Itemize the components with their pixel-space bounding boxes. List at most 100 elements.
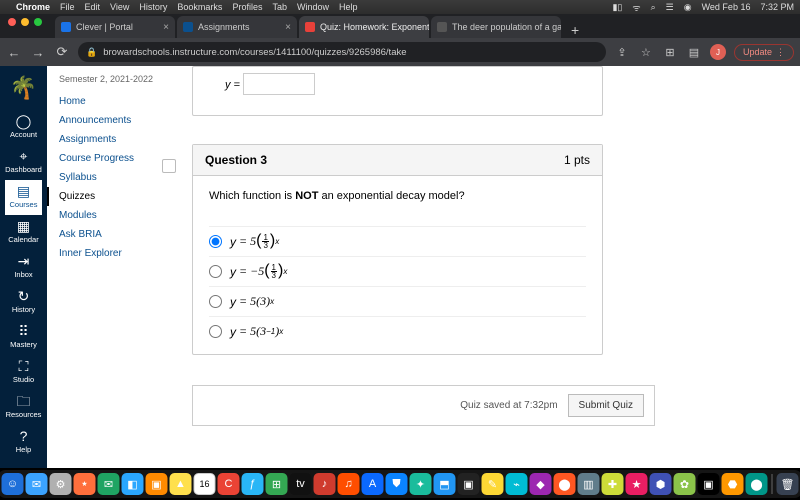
mac-menu-item[interactable]: Edit [85, 2, 101, 12]
answer-radio[interactable] [209, 295, 222, 308]
extensions-icon[interactable]: ⊞ [662, 46, 678, 59]
dock-app[interactable]: ⌁ [506, 473, 528, 495]
course-nav-assignments[interactable]: Assignments [59, 130, 162, 149]
previous-answer-input[interactable] [243, 73, 315, 95]
mac-menu-item[interactable]: File [60, 2, 75, 12]
mac-menu-item[interactable]: Profiles [232, 2, 262, 12]
search-icon[interactable]: ⌕ [651, 2, 656, 13]
gnav-history[interactable]: ↻History [5, 285, 42, 320]
reload-button[interactable]: ⟳ [54, 44, 70, 60]
course-nav-home[interactable]: Home [59, 92, 162, 111]
dock-app[interactable]: ▣ [458, 473, 480, 495]
browser-tab[interactable]: The deer population of a game× [431, 16, 561, 38]
dock-app[interactable]: ▣ [146, 473, 168, 495]
share-icon[interactable]: ⇪ [614, 46, 630, 59]
browser-tab[interactable]: Clever | Portal× [55, 16, 175, 38]
course-nav-quizzes[interactable]: Quizzes [47, 187, 162, 206]
mac-menu-item[interactable]: Tab [272, 2, 287, 12]
mac-menu-item[interactable]: History [139, 2, 167, 12]
dock-app[interactable]: ◧ [122, 473, 144, 495]
menu-time[interactable]: 7:32 PM [760, 2, 794, 12]
close-icon[interactable]: × [159, 22, 169, 33]
course-nav-inner-explorer[interactable]: Inner Explorer [59, 244, 162, 263]
mac-menu-item[interactable]: Bookmarks [177, 2, 222, 12]
mac-app-name[interactable]: Chrome [16, 2, 50, 12]
submit-quiz-button[interactable]: Submit Quiz [568, 394, 644, 417]
gnav-calendar[interactable]: ▦Calendar [5, 215, 42, 250]
gnav-mastery[interactable]: ⠿Mastery [5, 320, 42, 355]
close-icon[interactable]: × [281, 22, 291, 33]
dock-app[interactable]: ⚙ [50, 473, 72, 495]
dock-app[interactable]: ✚ [602, 473, 624, 495]
course-nav-course-progress[interactable]: Course Progress [59, 149, 162, 168]
chrome-update-button[interactable]: Update ⋮ [734, 44, 794, 61]
gnav-courses[interactable]: ▤Courses [5, 180, 42, 215]
reading-list-icon[interactable]: ▤ [686, 46, 702, 59]
address-bar[interactable]: 🔒 browardschools.instructure.com/courses… [78, 42, 606, 62]
gnav-studio[interactable]: ⛶Studio [5, 355, 42, 390]
dock-trash[interactable]: 🗑 [777, 473, 799, 495]
dock-app[interactable]: ⬤ [746, 473, 768, 495]
answer-radio[interactable] [209, 265, 222, 278]
menu-date[interactable]: Wed Feb 16 [702, 2, 751, 12]
answer-option[interactable]: y = 5(3−1)x [209, 316, 586, 346]
gnav-inbox[interactable]: ⇥Inbox [5, 250, 42, 285]
dock-app[interactable]: ✎ [482, 473, 504, 495]
dock-app[interactable]: tv [290, 473, 312, 495]
dock-app[interactable]: ✉ [98, 473, 120, 495]
dock-app[interactable]: ⬣ [722, 473, 744, 495]
canvas-logo[interactable]: 🌴 [6, 70, 42, 106]
dock-app[interactable]: ▲ [170, 473, 192, 495]
question-card: Question 3 1 pts Which function is NOT a… [192, 144, 603, 355]
answer-radio[interactable] [209, 235, 222, 248]
mac-menu-item[interactable]: View [110, 2, 129, 12]
dock-app[interactable]: ƒ [242, 473, 264, 495]
dock-app[interactable]: ✿ [674, 473, 696, 495]
browser-tab-active[interactable]: Quiz: Homework: Exponential× [299, 16, 429, 38]
gnav-resources[interactable]: 🗀Resources [5, 390, 42, 425]
gnav-dashboard[interactable]: ⌖Dashboard [5, 145, 42, 180]
page-content: 🌴 ◯Account⌖Dashboard▤Courses▦Calendar⇥In… [0, 66, 800, 468]
dock-app[interactable]: 16 [194, 473, 216, 495]
bookmark-icon[interactable]: ☆ [638, 46, 654, 59]
dock-app[interactable]: ⭑ [74, 473, 96, 495]
course-nav-ask-bria[interactable]: Ask BRIA [59, 225, 162, 244]
dock-app[interactable]: ✉ [26, 473, 48, 495]
dock-app[interactable]: ▥ [578, 473, 600, 495]
browser-tab[interactable]: Assignments× [177, 16, 297, 38]
dock-app[interactable]: ♪ [314, 473, 336, 495]
mac-menu-item[interactable]: Help [339, 2, 358, 12]
back-button[interactable]: ← [6, 45, 22, 60]
dock-app[interactable]: ⊞ [266, 473, 288, 495]
answer-option[interactable]: y = −5(13)x [209, 256, 586, 286]
dock-app[interactable]: A [362, 473, 384, 495]
dock-app[interactable]: ◆ [530, 473, 552, 495]
course-nav-syllabus[interactable]: Syllabus [59, 168, 162, 187]
gnav-help[interactable]: ?Help [5, 425, 42, 460]
answer-option[interactable]: y = 5(3)x [209, 286, 586, 316]
window-traffic-lights[interactable] [8, 18, 42, 26]
flag-question-button[interactable] [162, 159, 176, 173]
new-tab-button[interactable]: + [563, 22, 587, 38]
dock-app[interactable]: ⬤ [554, 473, 576, 495]
dock-app[interactable]: ⛊ [386, 473, 408, 495]
dock-app[interactable]: ⬒ [434, 473, 456, 495]
siri-icon[interactable]: ◉ [684, 2, 692, 13]
dock-app[interactable]: C [218, 473, 240, 495]
dock-app[interactable]: ▣ [698, 473, 720, 495]
dock-app[interactable]: ✦ [410, 473, 432, 495]
forward-button[interactable]: → [30, 45, 46, 60]
answer-radio[interactable] [209, 325, 222, 338]
dock-app[interactable]: ☺ [2, 473, 24, 495]
dock-app[interactable]: ⬢ [650, 473, 672, 495]
answer-option[interactable]: y = 5(13)x [209, 226, 586, 256]
dock-app[interactable]: ♫ [338, 473, 360, 495]
control-center-icon[interactable]: ☰ [666, 2, 674, 13]
gnav-account[interactable]: ◯Account [5, 110, 42, 145]
profile-avatar[interactable]: J [710, 44, 726, 60]
account-icon: ◯ [5, 114, 42, 129]
course-nav-announcements[interactable]: Announcements [59, 111, 162, 130]
mac-menu-item[interactable]: Window [297, 2, 329, 12]
dock-app[interactable]: ★ [626, 473, 648, 495]
course-nav-modules[interactable]: Modules [59, 206, 162, 225]
